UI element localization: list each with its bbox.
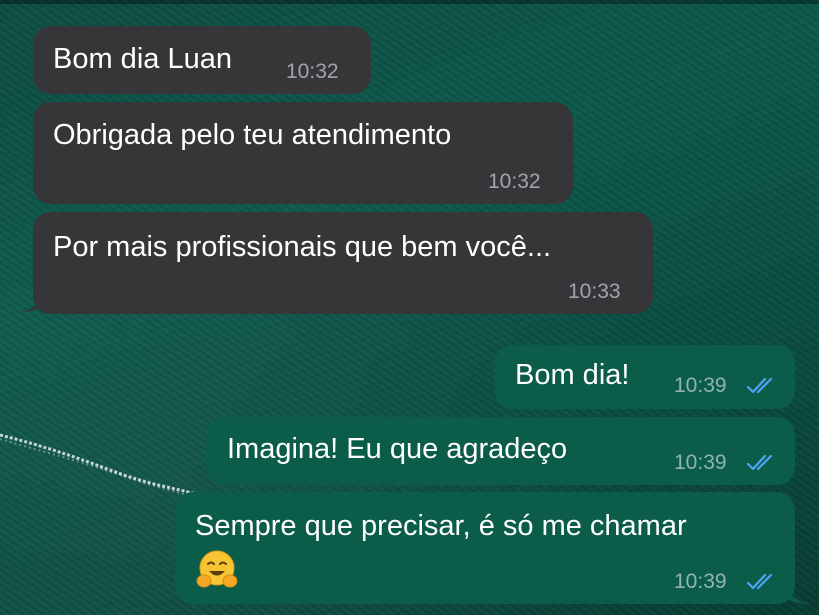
message-bubble-outgoing[interactable]: Bom dia! 10:39 [495, 345, 795, 409]
message-timestamp: 10:39 [674, 451, 727, 474]
top-edge [0, 0, 819, 4]
message-bubble-incoming[interactable]: Por mais profissionais que bem você... 1… [33, 212, 653, 314]
message-bubble-incoming[interactable]: Bom dia Luan 10:32 [33, 26, 371, 94]
message-timestamp: 10:32 [286, 60, 339, 83]
message-text: Sempre que precisar, é só me chamar [195, 510, 687, 542]
message-text: Bom dia Luan [53, 43, 232, 75]
message-text: Imagina! Eu que agradeço [227, 433, 568, 465]
message-bubble-outgoing[interactable]: Sempre que precisar, é só me chamar 10:3… [175, 492, 795, 604]
message-bubble-incoming[interactable]: Obrigada pelo teu atendimento 10:32 [33, 102, 573, 204]
bubble-tail-icon [788, 586, 810, 604]
wave-foam-decoration [0, 433, 200, 500]
message-timestamp: 10:39 [674, 374, 727, 397]
message-text: Obrigada pelo teu atendimento [53, 119, 452, 151]
message-timestamp: 10:32 [488, 170, 541, 193]
double-check-read-icon [746, 454, 773, 471]
message-text: Por mais profissionais que bem você... [53, 231, 552, 263]
message-bubble-outgoing[interactable]: Imagina! Eu que agradeço 10:39 [206, 417, 795, 485]
message-timestamp: 10:39 [674, 570, 727, 593]
double-check-read-icon [746, 377, 773, 394]
message-text: Bom dia! [515, 359, 630, 391]
double-check-read-icon [746, 573, 773, 590]
bubble-tail-icon [20, 294, 42, 312]
hugging-face-emoji-icon [196, 550, 238, 588]
message-timestamp: 10:33 [568, 280, 621, 303]
